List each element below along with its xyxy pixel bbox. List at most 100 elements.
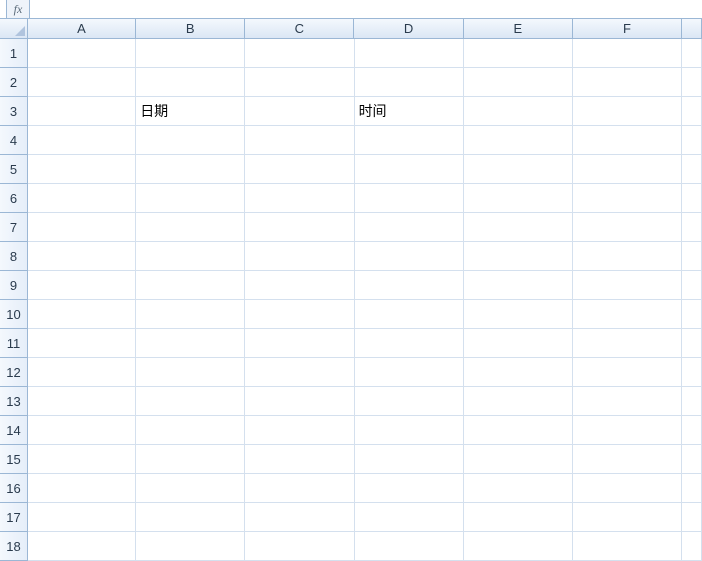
cell-E4[interactable] xyxy=(464,126,573,155)
cell-G9[interactable] xyxy=(682,271,702,300)
cell-G13[interactable] xyxy=(682,387,702,416)
cell-B10[interactable] xyxy=(136,300,245,329)
cell-F16[interactable] xyxy=(573,474,682,503)
cell-A12[interactable] xyxy=(28,358,136,387)
cell-G16[interactable] xyxy=(682,474,702,503)
cell-B9[interactable] xyxy=(136,271,245,300)
cell-B17[interactable] xyxy=(136,503,245,532)
cell-B3[interactable]: 日期 xyxy=(136,97,245,126)
col-header-extra[interactable] xyxy=(682,19,702,39)
row-header-5[interactable]: 5 xyxy=(0,155,28,184)
cell-C10[interactable] xyxy=(245,300,354,329)
row-header-10[interactable]: 10 xyxy=(0,300,28,329)
col-header-C[interactable]: C xyxy=(245,19,354,39)
cell-G17[interactable] xyxy=(682,503,702,532)
cell-B14[interactable] xyxy=(136,416,245,445)
cell-D3[interactable]: 时间 xyxy=(355,97,464,126)
row-header-3[interactable]: 3 xyxy=(0,97,28,126)
cell-E17[interactable] xyxy=(464,503,573,532)
cell-E13[interactable] xyxy=(464,387,573,416)
cell-G8[interactable] xyxy=(682,242,702,271)
cell-F3[interactable] xyxy=(573,97,682,126)
row-header-4[interactable]: 4 xyxy=(0,126,28,155)
formula-input[interactable] xyxy=(30,0,702,18)
cell-B6[interactable] xyxy=(136,184,245,213)
cell-A17[interactable] xyxy=(28,503,136,532)
row-header-14[interactable]: 14 xyxy=(0,416,28,445)
cell-D18[interactable] xyxy=(355,532,464,561)
cell-F6[interactable] xyxy=(573,184,682,213)
cell-F14[interactable] xyxy=(573,416,682,445)
cell-C4[interactable] xyxy=(245,126,354,155)
cell-F7[interactable] xyxy=(573,213,682,242)
cell-G6[interactable] xyxy=(682,184,702,213)
cell-E5[interactable] xyxy=(464,155,573,184)
cell-C1[interactable] xyxy=(245,39,354,68)
cell-G2[interactable] xyxy=(682,68,702,97)
row-header-2[interactable]: 2 xyxy=(0,68,28,97)
cell-C2[interactable] xyxy=(245,68,354,97)
cell-A16[interactable] xyxy=(28,474,136,503)
cell-C15[interactable] xyxy=(245,445,354,474)
cell-E6[interactable] xyxy=(464,184,573,213)
cell-B13[interactable] xyxy=(136,387,245,416)
col-header-D[interactable]: D xyxy=(354,19,463,39)
cell-E9[interactable] xyxy=(464,271,573,300)
row-header-18[interactable]: 18 xyxy=(0,532,28,561)
cell-A8[interactable] xyxy=(28,242,136,271)
cell-G15[interactable] xyxy=(682,445,702,474)
cell-G18[interactable] xyxy=(682,532,702,561)
row-header-16[interactable]: 16 xyxy=(0,474,28,503)
cell-G4[interactable] xyxy=(682,126,702,155)
select-all-corner[interactable] xyxy=(0,19,28,39)
cell-D1[interactable] xyxy=(355,39,464,68)
cell-D4[interactable] xyxy=(355,126,464,155)
cell-A10[interactable] xyxy=(28,300,136,329)
cell-C14[interactable] xyxy=(245,416,354,445)
cell-G12[interactable] xyxy=(682,358,702,387)
row-header-11[interactable]: 11 xyxy=(0,329,28,358)
cell-A3[interactable] xyxy=(28,97,136,126)
cell-G5[interactable] xyxy=(682,155,702,184)
cell-D12[interactable] xyxy=(355,358,464,387)
row-header-8[interactable]: 8 xyxy=(0,242,28,271)
cell-E15[interactable] xyxy=(464,445,573,474)
cell-E18[interactable] xyxy=(464,532,573,561)
cell-C12[interactable] xyxy=(245,358,354,387)
cell-D16[interactable] xyxy=(355,474,464,503)
cell-A2[interactable] xyxy=(28,68,136,97)
cell-F4[interactable] xyxy=(573,126,682,155)
cell-D10[interactable] xyxy=(355,300,464,329)
fx-icon[interactable]: fx xyxy=(6,0,30,18)
cell-D9[interactable] xyxy=(355,271,464,300)
cell-E7[interactable] xyxy=(464,213,573,242)
cell-A5[interactable] xyxy=(28,155,136,184)
cell-F17[interactable] xyxy=(573,503,682,532)
col-header-B[interactable]: B xyxy=(136,19,245,39)
cell-C17[interactable] xyxy=(245,503,354,532)
col-header-F[interactable]: F xyxy=(573,19,682,39)
cell-A4[interactable] xyxy=(28,126,136,155)
cell-E2[interactable] xyxy=(464,68,573,97)
row-header-6[interactable]: 6 xyxy=(0,184,28,213)
cell-C7[interactable] xyxy=(245,213,354,242)
cell-G3[interactable] xyxy=(682,97,702,126)
cell-D2[interactable] xyxy=(355,68,464,97)
row-header-15[interactable]: 15 xyxy=(0,445,28,474)
cell-B2[interactable] xyxy=(136,68,245,97)
cell-F10[interactable] xyxy=(573,300,682,329)
cell-D11[interactable] xyxy=(355,329,464,358)
cell-B7[interactable] xyxy=(136,213,245,242)
cell-D6[interactable] xyxy=(355,184,464,213)
row-header-1[interactable]: 1 xyxy=(0,39,28,68)
cell-B18[interactable] xyxy=(136,532,245,561)
cell-E8[interactable] xyxy=(464,242,573,271)
cell-E12[interactable] xyxy=(464,358,573,387)
col-header-E[interactable]: E xyxy=(464,19,573,39)
cell-E11[interactable] xyxy=(464,329,573,358)
row-header-13[interactable]: 13 xyxy=(0,387,28,416)
cell-D13[interactable] xyxy=(355,387,464,416)
cell-D5[interactable] xyxy=(355,155,464,184)
cell-A9[interactable] xyxy=(28,271,136,300)
cell-B8[interactable] xyxy=(136,242,245,271)
